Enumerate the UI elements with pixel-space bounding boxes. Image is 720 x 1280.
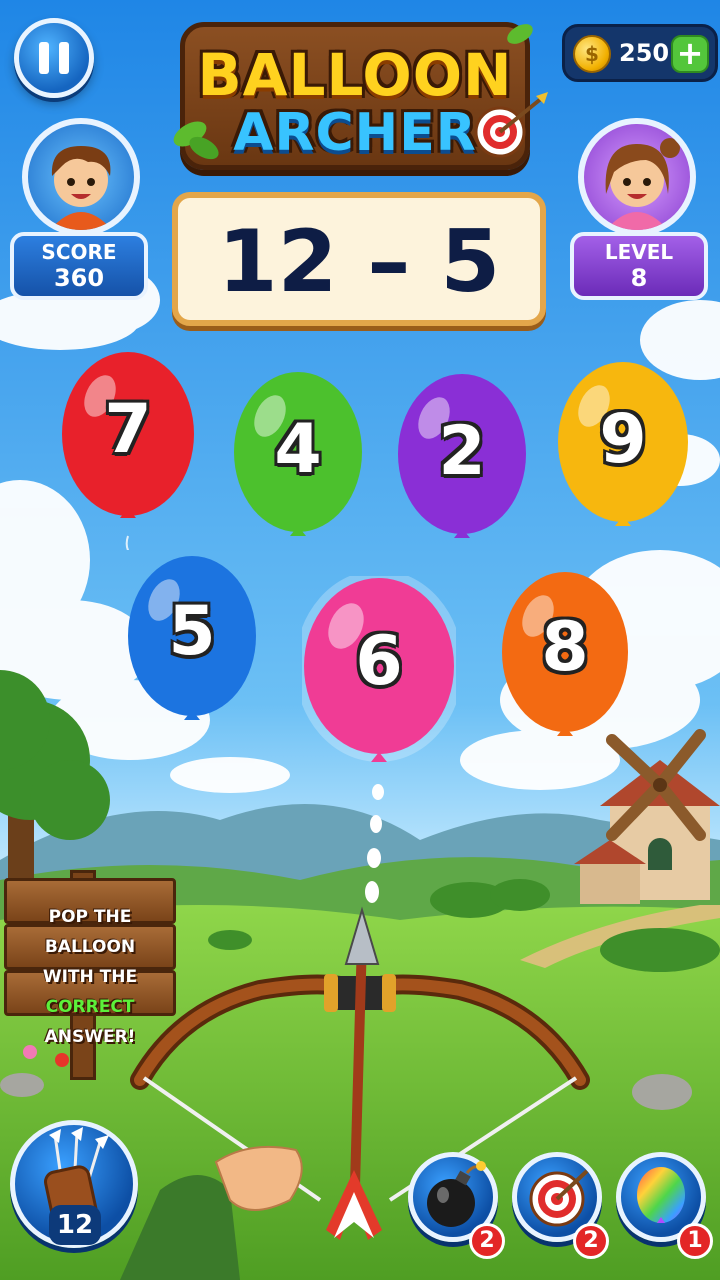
balloon-2[interactable]: 2 <box>396 372 528 568</box>
pause-button[interactable] <box>14 18 94 98</box>
balloon-number: 9 <box>599 400 647 479</box>
equation-board: 12 – 5 <box>172 192 546 326</box>
target-powerup-button[interactable]: 2 <box>512 1152 609 1259</box>
balloon-5[interactable]: 5 <box>126 554 258 750</box>
leaf-decoration <box>173 121 219 160</box>
balloon-number: 4 <box>274 410 322 489</box>
pause-icon-bar-left <box>39 42 49 74</box>
balloon-6[interactable]: 6 <box>295 570 463 776</box>
rainbow-balloon-powerup-button[interactable]: 1 <box>616 1152 713 1259</box>
player-avatar <box>22 118 140 236</box>
pause-icon-bar-right <box>59 42 69 74</box>
balloon-number: 7 <box>104 390 152 469</box>
score-label: SCORE <box>41 240 117 264</box>
level-value: 8 <box>630 264 648 292</box>
leaf-decoration-top <box>507 24 533 44</box>
aim-trajectory <box>365 784 384 903</box>
opponent-avatar <box>578 118 696 236</box>
coin-icon: $ <box>573 35 611 73</box>
coin-count: 250 <box>619 39 670 67</box>
level-label: LEVEL <box>604 240 674 264</box>
balloon-4[interactable]: 4 <box>232 370 364 566</box>
rainbow-count-badge: 1 <box>677 1223 713 1259</box>
balloon-7[interactable]: 7 <box>60 350 196 557</box>
balloon-number: 5 <box>168 592 216 671</box>
balloon-number: 2 <box>438 412 486 491</box>
score-panel: SCORE 360 <box>10 232 148 300</box>
balloon-number: 6 <box>355 622 403 701</box>
quiver-button[interactable]: 12 <box>10 1120 138 1248</box>
balloon-number: 8 <box>541 608 589 687</box>
equation-text: 12 – 5 <box>217 212 501 312</box>
game-screen: BALLOON ARCHER $ 250 + SCORE 360 LEVEL 8… <box>0 0 720 1280</box>
bomb-count-badge: 2 <box>469 1223 505 1259</box>
target-count-badge: 2 <box>573 1223 609 1259</box>
bomb-powerup-button[interactable]: 2 <box>408 1152 505 1259</box>
score-value: 360 <box>53 264 105 292</box>
balloon-9[interactable]: 9 <box>556 360 690 556</box>
balloon-8[interactable]: 8 <box>500 570 630 766</box>
target-arrow-icon <box>474 92 548 158</box>
arrows-remaining: 12 <box>49 1205 101 1245</box>
level-panel: LEVEL 8 <box>570 232 708 300</box>
coin-counter: $ 250 + <box>562 24 718 82</box>
add-coins-button[interactable]: + <box>671 35 709 73</box>
